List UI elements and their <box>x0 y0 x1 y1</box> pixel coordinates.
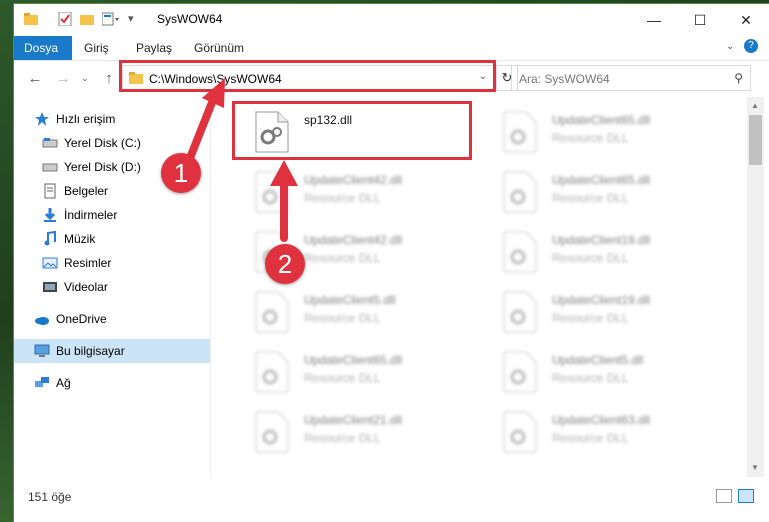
arrow-2-head <box>270 160 298 186</box>
annotation-arrows <box>186 78 298 242</box>
step-1-badge: 1 <box>161 153 201 193</box>
arrow-1-shaft <box>186 96 217 162</box>
step-2-badge: 2 <box>265 244 305 284</box>
